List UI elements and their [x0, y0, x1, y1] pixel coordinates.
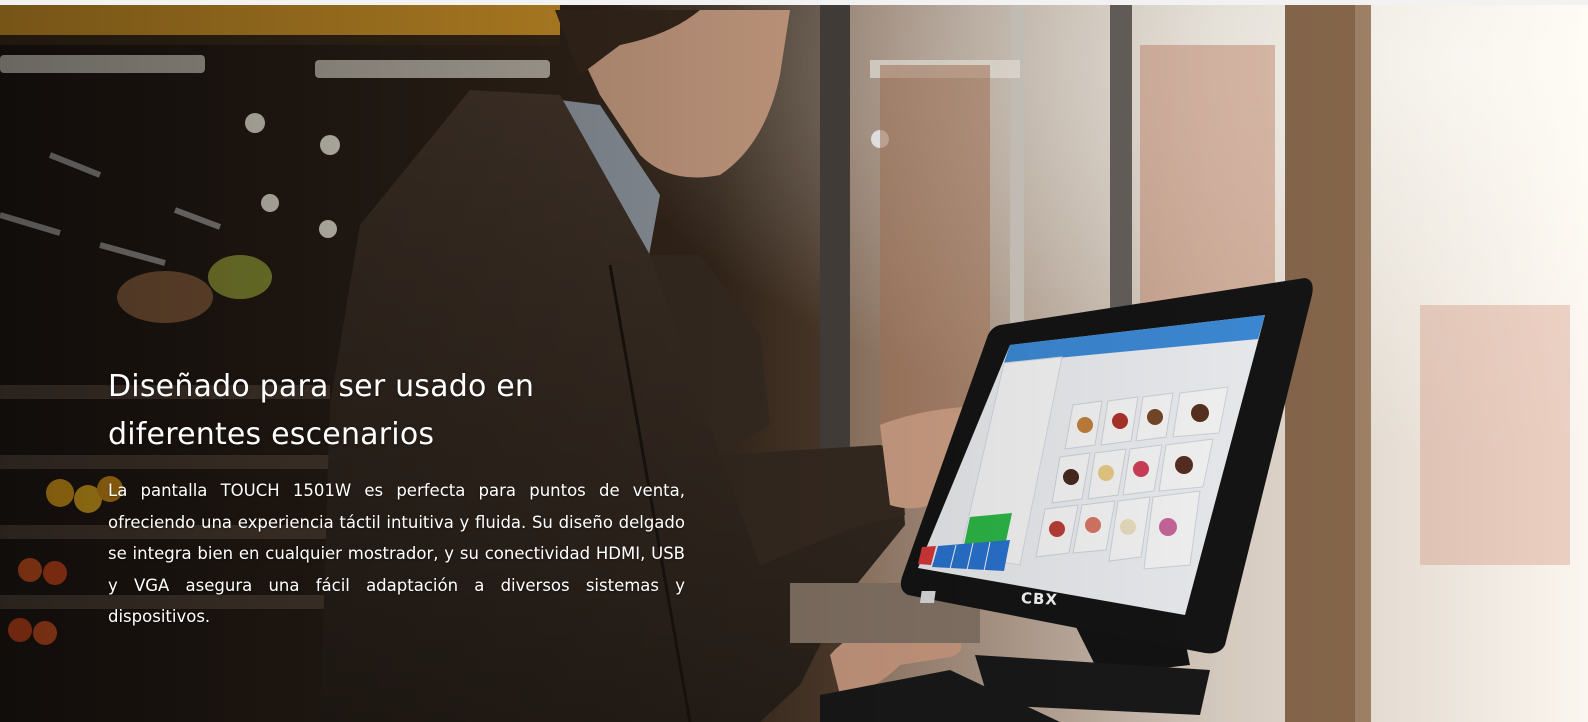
hero-title: Diseñado para ser usado en diferentes es… [108, 369, 535, 452]
hero-copy: Diseñado para ser usado en diferentes es… [108, 363, 685, 633]
monitor-brand-logo: CBX [1020, 589, 1059, 609]
hero-description: La pantalla TOUCH 1501W es perfecta para… [108, 481, 685, 626]
hero-section: CBX Diseñado para ser usado en diferente… [0, 5, 1588, 722]
